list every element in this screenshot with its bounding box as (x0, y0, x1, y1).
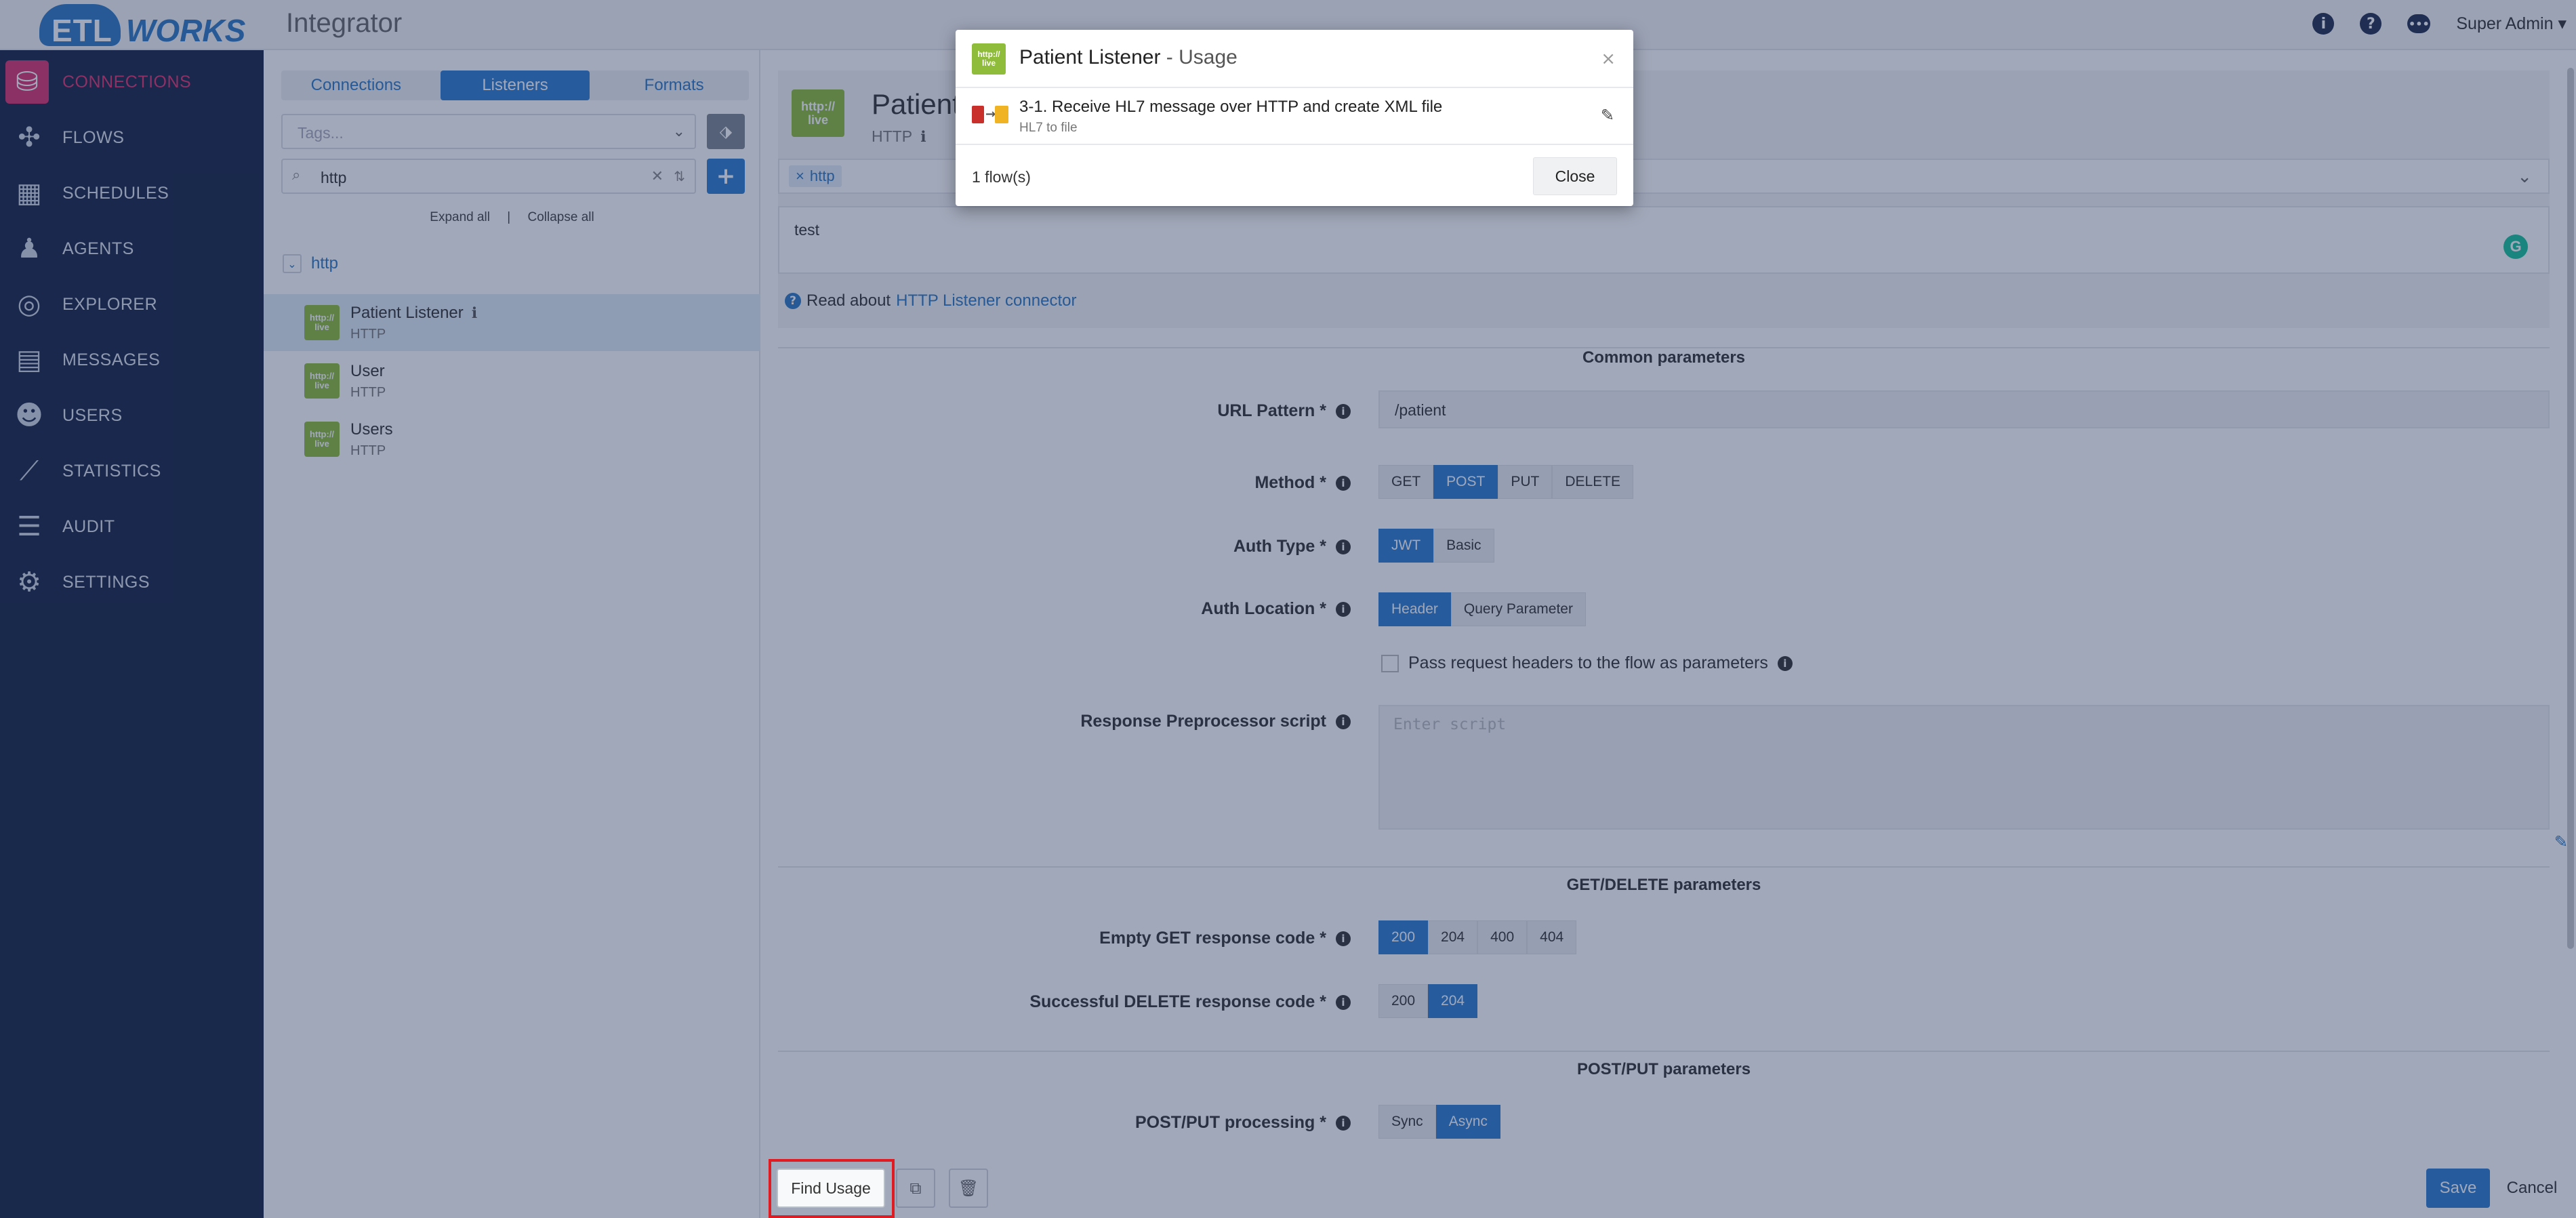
find-usage-button-highlighted[interactable]: Find Usage (777, 1169, 885, 1208)
flow-name[interactable]: 3-1. Receive HL7 message over HTTP and c… (1019, 98, 1442, 117)
highlight-layer: Find Usage (760, 1159, 964, 1218)
usage-flow-row[interactable]: → 3-1. Receive HL7 message over HTTP and… (956, 88, 1633, 145)
edit-flow-icon[interactable]: ✎ (1601, 106, 1614, 125)
flow-description: HL7 to file (1019, 121, 1078, 135)
dialog-title: Patient Listener - Usage (1019, 46, 1238, 68)
flow-type-icon: → (972, 103, 1008, 126)
close-button[interactable]: Close (1533, 157, 1617, 195)
http-listener-icon: http://live (972, 43, 1006, 75)
flow-count: 1 flow(s) (972, 168, 1031, 186)
dialog-header: http://live Patient Listener - Usage × (956, 30, 1633, 88)
close-icon[interactable]: × (1601, 49, 1616, 69)
usage-dialog: http://live Patient Listener - Usage × →… (956, 30, 1633, 206)
